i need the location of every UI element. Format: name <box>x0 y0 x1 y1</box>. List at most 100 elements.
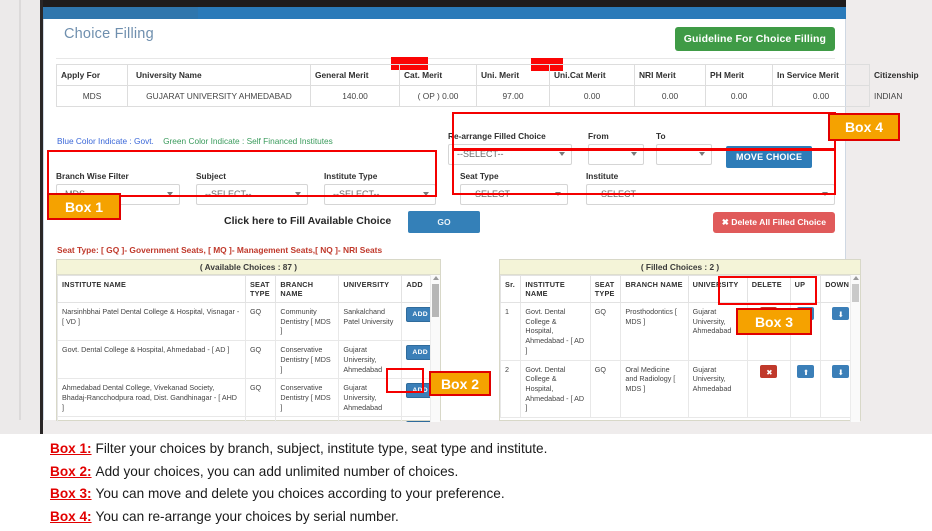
institute-filter-select[interactable]: --SELECT-- <box>586 184 835 205</box>
available-branch-name: Community Dentistry [ MDS ] <box>275 301 340 342</box>
caption-text-box1: Filter your choices by branch, subject, … <box>95 441 548 456</box>
available-institute-name: Ahmedabad Dental College, Vivekanad Soci… <box>57 378 246 418</box>
legend-govt-text: Blue Color Indicate : Govt. <box>57 136 154 146</box>
caption-text-box3: You can move and delete you choices acco… <box>95 486 505 501</box>
caption-line-3: Box 3: You can move and delete you choice… <box>50 483 910 506</box>
rearrange-from-label: From <box>588 131 609 141</box>
merit-cell-uni-cat-merit: 0.00 <box>549 85 635 107</box>
merit-col-general-merit: General Merit <box>310 64 400 86</box>
delete-choice-button[interactable]: ✖ <box>760 364 778 378</box>
app-header-bar: Course Name : Post-Graduate Medical Cour… <box>43 0 846 19</box>
filled-branch-name: Oral Medicine and Radiology [ MDS ] <box>620 359 689 419</box>
guideline-for-choice-filling-button[interactable]: Guideline For Choice Filling <box>674 27 835 51</box>
move-down-button[interactable]: ⬇ <box>831 307 849 320</box>
rearrange-choice-value: --SELECT-- <box>457 149 504 159</box>
filled-up-cell: ⬆ <box>789 359 822 419</box>
delete-all-filled-choice-button[interactable]: ✖ Delete All Filled Choice <box>712 212 835 233</box>
move-down-button[interactable]: ⬇ <box>831 364 849 378</box>
go-button[interactable]: GO <box>408 211 480 233</box>
fill-available-choice-label: Click here to Fill Available Choice <box>224 215 392 227</box>
caption-list: Box 1: Filter your choices by branch, sub… <box>50 438 910 528</box>
page-title: Choice Filling <box>64 26 154 42</box>
available-choices-scroll-area[interactable]: INSTITUTE NAME SEAT TYPE BRANCH NAME UNI… <box>57 275 440 422</box>
caption-text-box4: You can re-arrange your choices by seria… <box>95 508 399 524</box>
filled-col-delete: DELETE <box>746 275 791 303</box>
rearrange-from-select[interactable] <box>588 144 644 165</box>
caption-line-2: Box 2: Add your choices, you can add unli… <box>50 461 910 484</box>
move-choice-button[interactable]: MOVE CHOICE <box>726 146 813 168</box>
title-divider <box>56 58 835 59</box>
move-up-button[interactable]: ⬆ <box>796 364 814 378</box>
annotation-tag-box3: Box 3 <box>736 308 812 335</box>
filled-col-university: UNIVERSITY <box>687 275 748 303</box>
caption-label-box2: Box 2: <box>50 463 92 479</box>
subject-filter-select[interactable]: --SELECT-- <box>196 184 308 205</box>
available-choices-caption: ( Available Choices : 87 ) <box>57 260 440 275</box>
institute-filter-label: Institute <box>586 171 619 181</box>
merit-col-in-service-merit: In Service Merit <box>772 64 870 86</box>
chevron-down-icon <box>631 152 637 156</box>
rearrange-to-select[interactable] <box>656 144 712 165</box>
caption-label-box3: Box 3: <box>50 486 92 501</box>
annotation-tag-box2: Box 2 <box>429 371 491 396</box>
seat-type-filter-select[interactable]: --SELECT-- <box>460 184 568 205</box>
available-choices-panel: ( Available Choices : 87 ) INSTITUTE NAM… <box>56 259 441 422</box>
filled-col-sr: Sr. <box>500 275 522 303</box>
available-choices-table: INSTITUTE NAME SEAT TYPE BRANCH NAME UNI… <box>57 275 440 422</box>
subject-filter-value: --SELECT-- <box>205 189 252 199</box>
available-col-seat-type: SEAT TYPE <box>244 275 277 303</box>
seat-type-filter-value: --SELECT-- <box>469 189 516 199</box>
available-institute-name: Govt. Dental College & Hospital, Ahmedab… <box>57 340 246 380</box>
institute-type-filter-select[interactable]: --SELECT-- <box>324 184 436 205</box>
candidate-merit-table: Apply For University Name General Merit … <box>56 64 919 107</box>
filled-delete-cell: ✖ <box>746 359 791 419</box>
table-row: 2 Govt. Dental College & Hospital, Ahmed… <box>500 359 860 419</box>
merit-col-cat-merit: Cat. Merit <box>399 64 477 86</box>
scrollbar-thumb[interactable] <box>852 284 859 302</box>
available-institute-name: AMC Dental College, Ahmedabad - [ AMCD ] <box>57 416 246 422</box>
institute-filter-value: --SELECT-- <box>595 189 642 199</box>
slide-edge-line <box>19 0 21 420</box>
available-branch-name: Conservative Dentistry [ MDS ] <box>275 340 340 380</box>
filled-col-institute-name: INSTITUTE NAME <box>520 275 591 303</box>
filled-institute-name: Govt. Dental College & Hospital, Ahmedab… <box>520 359 591 419</box>
filled-header-row: Sr. INSTITUTE NAME SEAT TYPE BRANCH NAME… <box>500 275 860 303</box>
subject-filter-field: Subject --SELECT-- <box>196 171 308 205</box>
caption-line-1: Box 1: Filter your choices by branch, sub… <box>50 438 910 461</box>
caption-line-4: Box 4: You can re-arrange your choices by… <box>50 506 910 529</box>
seat-type-filter-field: Seat Type --SELECT-- <box>460 171 568 205</box>
seat-type-legend: Seat Type: [ GQ ]- Government Seats, [ M… <box>57 245 383 255</box>
available-col-branch-name: BRANCH NAME <box>275 275 340 303</box>
merit-cell-in-service-merit: 0.00 <box>772 85 870 107</box>
filled-choices-scroll-area[interactable]: Sr. INSTITUTE NAME SEAT TYPE BRANCH NAME… <box>500 275 860 422</box>
available-seat-type: GQ <box>244 340 277 380</box>
merit-cell-university-name: GUJARAT UNIVERSITY AHMEDABAD <box>127 85 311 107</box>
branch-wise-filter-label: Branch Wise Filter <box>56 171 129 181</box>
table-row: AMC Dental College, Ahmedabad - [ AMCD ]… <box>57 416 440 422</box>
filled-choices-table: Sr. INSTITUTE NAME SEAT TYPE BRANCH NAME… <box>500 275 860 419</box>
available-university: Gujarat University, Ahmedabad <box>338 378 403 418</box>
scroll-up-arrow-icon[interactable] <box>853 276 859 280</box>
available-university: Gujarat University, Ahmedabad <box>338 416 403 422</box>
color-legend: Blue Color Indicate : Govt. Green Color … <box>57 136 333 146</box>
filled-choices-scrollbar[interactable] <box>850 275 860 422</box>
chevron-down-icon <box>423 192 429 196</box>
available-branch-name: Conservative Dentistry [ MDS ] <box>275 378 340 418</box>
institute-filter-field: Institute --SELECT-- <box>586 171 835 205</box>
table-row: Narsinhbhai Patel Dental College & Hospi… <box>57 301 440 342</box>
merit-cell-apply-for: MDS <box>56 85 128 107</box>
available-choices-scrollbar[interactable] <box>430 275 440 422</box>
scroll-up-arrow-icon[interactable] <box>433 276 439 280</box>
seat-type-filter-label: Seat Type <box>460 171 499 181</box>
merit-col-apply-for: Apply For <box>56 64 128 86</box>
merit-cell-ph-merit: 0.00 <box>705 85 773 107</box>
chevron-down-icon <box>559 152 565 156</box>
rearrange-choice-select[interactable]: --SELECT-- <box>448 144 572 165</box>
rearrange-choice-field: Re-arrange Filled Choice --SELECT-- <box>448 131 572 165</box>
filled-institute-name: Govt. Dental College & Hospital, Ahmedab… <box>520 302 591 361</box>
institute-type-filter-label: Institute Type <box>324 171 378 181</box>
scrollbar-thumb[interactable] <box>432 284 439 317</box>
caption-label-box4: Box 4: <box>50 508 92 524</box>
filled-col-up: UP <box>789 275 822 303</box>
merit-table-header-row: Apply For University Name General Merit … <box>56 64 919 86</box>
